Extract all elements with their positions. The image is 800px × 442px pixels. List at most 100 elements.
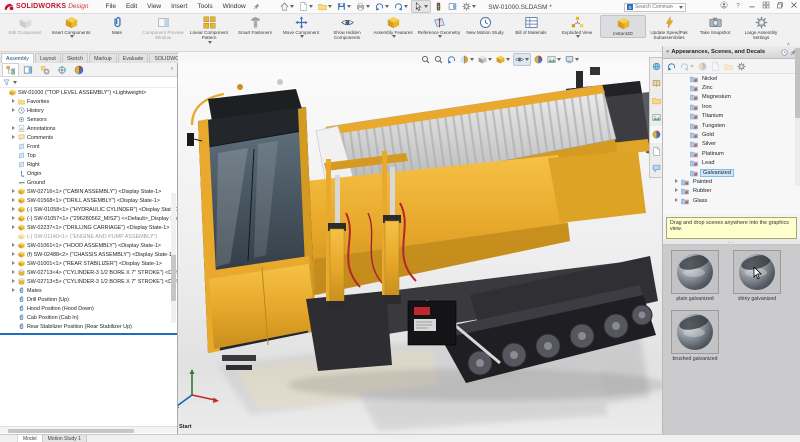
menu-item[interactable]: View [142, 1, 166, 12]
model-drill-rig[interactable] [178, 63, 662, 434]
home-icon[interactable] [278, 1, 296, 12]
command-tab[interactable]: Sketch [62, 53, 88, 63]
tree-item[interactable]: SW-02713<5> ("CYLINDER-3 1/2 BORE X 7" S… [0, 277, 177, 286]
hide-show-items-icon[interactable] [513, 53, 531, 66]
ribbon-button[interactable]: Assembly Features [370, 15, 416, 39]
redo-icon[interactable] [392, 1, 410, 12]
search-icon[interactable] [675, 4, 676, 10]
tree-item[interactable]: Origin [0, 169, 177, 178]
bottom-tab[interactable]: Model [18, 435, 43, 442]
appearance-tree-item[interactable]: Tungsten [663, 121, 800, 130]
menu-item[interactable]: Tools [192, 1, 217, 12]
ribbon-button[interactable]: Take Snapshot [692, 15, 738, 36]
tree-item[interactable]: Drill Position (Up) [0, 295, 177, 304]
pane-options-icon[interactable] [737, 62, 746, 71]
menu-item[interactable]: File [100, 1, 120, 12]
menu-item[interactable]: Insert [166, 1, 192, 12]
ribbon-button[interactable]: Component Preview Window [140, 15, 186, 42]
filter-caret-icon[interactable] [13, 81, 17, 84]
pane-vertical-scrollbar[interactable] [795, 46, 800, 186]
ribbon-button[interactable]: Linear Component Pattern [186, 15, 232, 45]
configurationmanager-tab-icon[interactable] [36, 63, 53, 76]
new-document-icon[interactable] [297, 1, 315, 12]
design-library-tab[interactable] [650, 75, 662, 92]
appearance-tree-item[interactable]: Lead [663, 159, 800, 168]
dropdown-caret-icon[interactable] [576, 35, 580, 38]
tree-item[interactable]: SW-01568<1> ("DRILL ASSEMBLY") <Display … [0, 196, 177, 205]
dropdown-caret-icon[interactable] [470, 58, 474, 61]
appearance-tree-item[interactable]: Titanium [663, 112, 800, 121]
ribbon-button[interactable]: Mate [94, 15, 140, 36]
ribbon-button[interactable]: Exploded View [554, 15, 600, 39]
propertymanager-tab-icon[interactable] [19, 63, 36, 76]
dropdown-caret-icon[interactable] [300, 35, 304, 38]
scrollbar-thumb[interactable] [8, 429, 134, 433]
display-style-icon[interactable] [495, 54, 511, 65]
forum-tab[interactable] [650, 160, 662, 177]
solidworks-resources-tab[interactable] [650, 58, 662, 75]
dropdown-caret-icon[interactable] [488, 58, 492, 61]
undo-icon[interactable] [373, 1, 391, 12]
ribbon-button[interactable]: Large Assembly Settings [738, 15, 784, 42]
dropdown-caret-icon[interactable] [309, 5, 313, 8]
minimize-icon[interactable] [748, 1, 756, 9]
appearance-tree-item[interactable]: Zinc [663, 83, 800, 92]
tree-vertical-scrollbar[interactable] [171, 193, 176, 323]
help-icon[interactable] [734, 1, 742, 9]
select-icon[interactable] [411, 0, 431, 13]
zoom-area-icon[interactable] [433, 54, 444, 65]
command-tab[interactable]: Layout [35, 53, 61, 63]
panel-tabs-more-icon[interactable]: › [171, 66, 173, 72]
tree-item[interactable]: (-) SW-01058<1> ("HYDRAULIC CYLINDER") <… [0, 205, 177, 214]
close-icon[interactable] [790, 1, 798, 9]
ribbon-button[interactable]: Update SpeedPak Subassemblies [646, 15, 692, 42]
dropdown-caret-icon[interactable] [366, 5, 370, 8]
appearance-preview-image[interactable] [671, 310, 719, 354]
ribbon-button[interactable]: Instant3D [600, 15, 646, 38]
tree-item[interactable]: Top [0, 151, 177, 160]
previous-view-icon[interactable] [446, 54, 457, 65]
tree-item[interactable]: Hood Position (Hood Down) [0, 304, 177, 313]
forward-icon[interactable] [680, 62, 694, 71]
filter-funnel-icon[interactable] [3, 79, 10, 86]
edit-appearance-icon[interactable] [533, 54, 544, 65]
appearance-tree-item[interactable]: Iron [663, 102, 800, 111]
tree-item[interactable]: Ground [0, 178, 177, 187]
appearance-tree-item[interactable]: Gold [663, 130, 800, 139]
appearance-tree-item[interactable]: Glass [663, 196, 800, 205]
displaymanager-tab-icon[interactable] [70, 63, 87, 76]
tree-item[interactable]: Favorites [0, 97, 177, 106]
dropdown-caret-icon[interactable] [208, 41, 212, 44]
restore-icon[interactable] [776, 1, 784, 9]
dropdown-caret-icon[interactable] [392, 35, 396, 38]
graphics-viewport[interactable]: Start [178, 63, 662, 434]
dropdown-caret-icon[interactable] [290, 5, 294, 8]
view-palette-tab[interactable] [650, 109, 662, 126]
tree-item[interactable]: SW-01000 ("TOP LEVEL ASSEMBLY") <Lightwe… [0, 88, 177, 97]
tree-item[interactable]: SW-02713<4> ("CYLINDER-3 1/2 BORE X 7" S… [0, 268, 177, 277]
tree-item[interactable]: Comments [0, 133, 177, 142]
scrollbar-thumb[interactable] [171, 255, 176, 301]
dimxpert-tab-icon[interactable] [53, 63, 70, 76]
appearance-tree-item[interactable]: Galvanized [663, 168, 800, 177]
appearance-tree-item[interactable]: Rubber [663, 187, 800, 196]
collapse-pane-icon[interactable]: « [666, 49, 669, 55]
tree-item[interactable]: (f) SW-02488<2> ("CHASSIS ASSEMBLY") <Di… [0, 250, 177, 259]
open-folder-icon[interactable] [724, 62, 733, 71]
bottom-splitter[interactable] [0, 435, 18, 442]
dropdown-caret-icon[interactable] [385, 5, 389, 8]
save-icon[interactable] [335, 1, 353, 12]
tree-item[interactable]: Sensors [0, 115, 177, 124]
appearance-tree-item[interactable]: Magnesium [663, 93, 800, 102]
dropdown-caret-icon[interactable] [438, 35, 442, 38]
ribbon-button[interactable]: Reference Geometry [416, 15, 462, 39]
refresh-icon[interactable] [781, 49, 788, 56]
ribbon-button[interactable]: Smart Fasteners [232, 15, 278, 36]
tree-item[interactable]: History [0, 106, 177, 115]
tree-item[interactable]: Front [0, 142, 177, 151]
scrollbar-thumb[interactable] [795, 48, 800, 118]
dropdown-caret-icon[interactable] [557, 58, 561, 61]
ribbon-button[interactable]: Move Component [278, 15, 324, 39]
bottom-tab[interactable]: Motion Study 1 [43, 435, 87, 442]
print-icon[interactable] [354, 1, 372, 12]
